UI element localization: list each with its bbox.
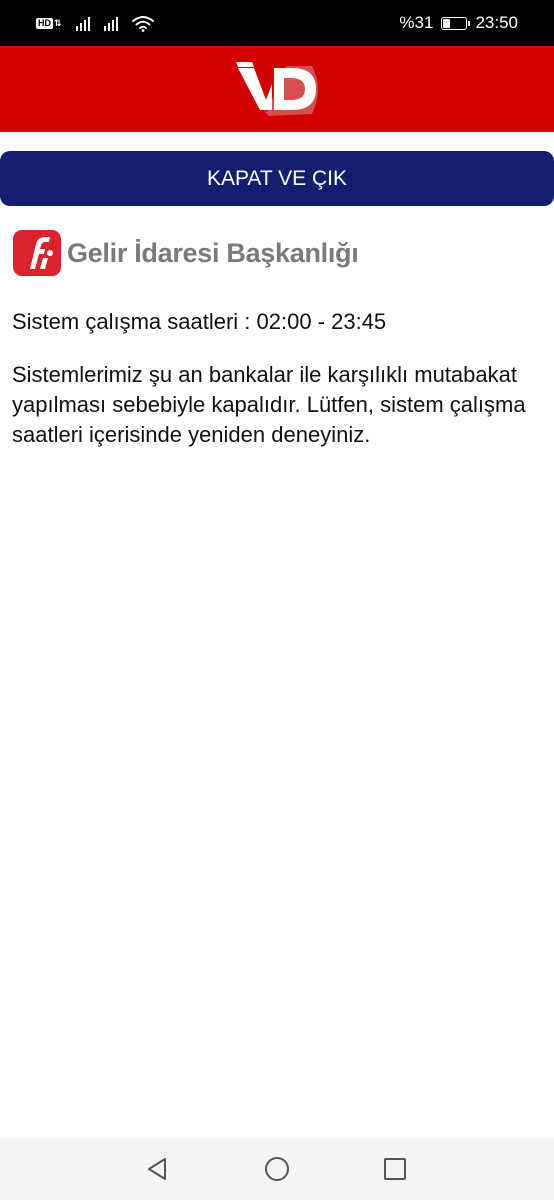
battery-icon (441, 16, 471, 30)
home-circle-icon[interactable] (263, 1155, 291, 1183)
signal-icon (103, 15, 118, 31)
system-closed-message: Sistemlerimiz şu an bankalar ile karşılı… (12, 362, 526, 447)
app-header (0, 46, 554, 132)
data-arrows-icon: ⇅ (54, 17, 62, 28)
gib-logo (13, 230, 61, 276)
gib-brand: Gelir İdaresi Başkanlığı (12, 228, 359, 278)
app-screen: HD ⇅ %31 23:50 KAPAT VE ÇIK Gelir İdares… (0, 0, 554, 1200)
system-nav-bar (0, 1138, 554, 1200)
recents-square-icon[interactable] (381, 1155, 409, 1183)
working-hours-text: Sistem çalışma saatleri : 02:00 - 23:45 (12, 309, 387, 334)
ivd-logo (236, 62, 318, 116)
status-time: 23:50 (475, 13, 518, 32)
status-bar: HD ⇅ %31 23:50 (0, 0, 554, 46)
gib-brand-name: Gelir İdaresi Başkanlığı (67, 237, 359, 268)
wifi-icon (131, 15, 154, 32)
hd-badge-label: HD (36, 17, 53, 29)
status-left-icons: HD ⇅ (36, 13, 154, 33)
back-triangle-icon[interactable] (144, 1155, 172, 1183)
close-and-exit-button[interactable]: KAPAT VE ÇIK (0, 151, 554, 206)
status-right-info: %31 23:50 (399, 13, 518, 33)
battery-level-fill (443, 18, 450, 28)
battery-percent: %31 (399, 13, 434, 32)
signal-icon (75, 15, 90, 31)
hd-icon: HD ⇅ (36, 17, 62, 29)
